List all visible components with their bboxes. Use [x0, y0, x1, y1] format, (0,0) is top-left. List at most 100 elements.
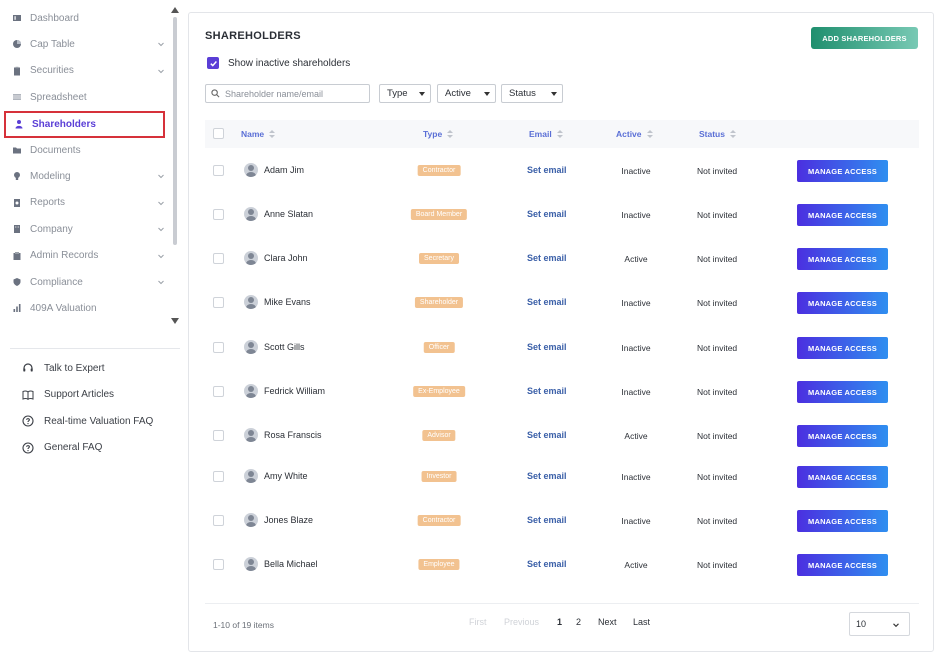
scrollbar-thumb[interactable]	[173, 17, 177, 245]
set-email-link[interactable]: Set email	[527, 209, 567, 219]
help-link-real-time-valuation-faq[interactable]: Real-time Valuation FAQ	[22, 415, 153, 427]
last-page-link[interactable]: Last	[633, 617, 650, 627]
sidebar-item-cap-table[interactable]: Cap Table	[4, 31, 164, 57]
manage-access-button[interactable]: MANAGE ACCESS	[797, 381, 888, 403]
previous-page-link[interactable]: Previous	[504, 617, 539, 627]
scroll-down-arrow-icon[interactable]	[171, 318, 179, 324]
sort-icon[interactable]	[269, 129, 276, 139]
sidebar-item-company[interactable]: Company	[4, 216, 164, 242]
help-link-general-faq[interactable]: General FAQ	[22, 441, 102, 454]
table-row: Adam Jim Contractor Set email Inactive Not i…	[205, 149, 919, 193]
manage-access-button[interactable]: MANAGE ACCESS	[797, 337, 888, 359]
sidebar-item-reports[interactable]: Reports	[4, 190, 164, 216]
chevron-down-icon[interactable]	[156, 277, 166, 287]
invite-status: Not invited	[697, 210, 738, 220]
sidebar-item-dashboard[interactable]: Dashboard	[4, 5, 164, 31]
active-filter-dropdown[interactable]: Active	[437, 84, 496, 103]
row-checkbox[interactable]	[213, 165, 224, 176]
manage-access-button[interactable]: MANAGE ACCESS	[797, 248, 888, 270]
column-header-name[interactable]: Name	[241, 129, 276, 139]
column-header-active[interactable]: Active	[616, 129, 653, 139]
help-link-support-articles[interactable]: Support Articles	[22, 389, 114, 401]
sort-icon[interactable]	[729, 129, 736, 139]
sort-icon[interactable]	[556, 129, 563, 139]
sidebar-item-label: Documents	[30, 144, 81, 156]
status-filter-label: Status	[509, 88, 536, 99]
set-email-link[interactable]: Set email	[527, 342, 567, 352]
scroll-up-arrow-icon[interactable]	[171, 7, 179, 13]
row-checkbox[interactable]	[213, 430, 224, 441]
first-page-link[interactable]: First	[469, 617, 487, 627]
row-checkbox[interactable]	[213, 209, 224, 220]
sidebar-item-compliance[interactable]: Compliance	[4, 269, 164, 295]
sidebar-item-409a-valuation[interactable]: 409A Valuation	[4, 295, 164, 321]
help-link-talk-to-expert[interactable]: Talk to Expert	[22, 362, 105, 374]
caret-down-icon	[484, 92, 490, 96]
avatar	[244, 557, 258, 571]
manage-access-button[interactable]: MANAGE ACCESS	[797, 160, 888, 182]
manage-access-button[interactable]: MANAGE ACCESS	[797, 554, 888, 576]
row-checkbox[interactable]	[213, 515, 224, 526]
select-all-checkbox[interactable]	[213, 128, 224, 139]
invite-status: Not invited	[697, 431, 738, 441]
type-filter-dropdown[interactable]: Type	[379, 84, 431, 103]
column-header-email[interactable]: Email	[529, 129, 563, 139]
set-email-link[interactable]: Set email	[527, 515, 567, 525]
set-email-link[interactable]: Set email	[527, 386, 567, 396]
sidebar-scrollbar[interactable]	[170, 7, 180, 325]
set-email-link[interactable]: Set email	[527, 253, 567, 263]
column-header-type[interactable]: Type	[423, 129, 454, 139]
manage-access-button[interactable]: MANAGE ACCESS	[797, 292, 888, 314]
manage-access-button[interactable]: MANAGE ACCESS	[797, 510, 888, 532]
chevron-down-icon[interactable]	[156, 39, 166, 49]
row-checkbox[interactable]	[213, 559, 224, 570]
type-badge: Secretary	[419, 253, 459, 264]
active-filter-label: Active	[445, 88, 471, 99]
row-checkbox[interactable]	[213, 253, 224, 264]
sidebar-item-securities[interactable]: Securities	[4, 58, 164, 84]
sidebar-item-shareholders[interactable]: Shareholders	[4, 110, 165, 138]
page-2-link[interactable]: 2	[576, 617, 581, 627]
status-filter-dropdown[interactable]: Status	[501, 84, 563, 103]
search-box[interactable]	[205, 84, 370, 103]
chevron-down-icon[interactable]	[156, 251, 166, 261]
chevron-down-icon[interactable]	[156, 171, 166, 181]
search-input[interactable]	[225, 88, 365, 99]
row-checkbox[interactable]	[213, 297, 224, 308]
table-row: Amy White Investor Set email Inactive Not in…	[205, 455, 919, 499]
column-header-status[interactable]: Status	[699, 129, 736, 139]
sort-icon[interactable]	[646, 129, 653, 139]
page-1-link[interactable]: 1	[557, 617, 562, 627]
per-page-select[interactable]: 10	[849, 612, 910, 636]
add-shareholders-button[interactable]: ADD SHAREHOLDERS	[811, 27, 918, 49]
row-checkbox[interactable]	[213, 471, 224, 482]
manage-access-button[interactable]: MANAGE ACCESS	[797, 466, 888, 488]
show-inactive-toggle[interactable]: Show inactive shareholders	[207, 57, 350, 69]
chevron-down-icon[interactable]	[156, 198, 166, 208]
table-row: Mike Evans Shareholder Set email Inactive No…	[205, 281, 919, 325]
set-email-link[interactable]: Set email	[527, 297, 567, 307]
next-page-link[interactable]: Next	[598, 617, 617, 627]
checkmark-icon	[209, 60, 217, 67]
manage-access-button[interactable]: MANAGE ACCESS	[797, 204, 888, 226]
shareholders-panel: SHAREHOLDERS ADD SHAREHOLDERS Show inact…	[188, 12, 934, 652]
chevron-down-icon[interactable]	[156, 224, 166, 234]
sidebar-item-admin-records[interactable]: Admin Records	[4, 243, 164, 269]
set-email-link[interactable]: Set email	[527, 471, 567, 481]
sidebar-item-documents[interactable]: Documents	[4, 137, 164, 163]
shareholder-name: Clara John	[264, 253, 308, 263]
items-count: 1-10 of 19 items	[213, 620, 274, 630]
sidebar-item-modeling[interactable]: Modeling	[4, 163, 164, 189]
set-email-link[interactable]: Set email	[527, 559, 567, 569]
show-inactive-checkbox[interactable]	[207, 57, 219, 69]
sidebar-item-spreadsheet[interactable]: Spreadsheet	[4, 84, 164, 110]
sort-icon[interactable]	[447, 129, 454, 139]
chevron-down-icon[interactable]	[156, 66, 166, 76]
sidebar-item-label: Modeling	[30, 170, 71, 182]
shareholder-name: Amy White	[264, 471, 308, 481]
set-email-link[interactable]: Set email	[527, 165, 567, 175]
set-email-link[interactable]: Set email	[527, 430, 567, 440]
manage-access-button[interactable]: MANAGE ACCESS	[797, 425, 888, 447]
row-checkbox[interactable]	[213, 342, 224, 353]
row-checkbox[interactable]	[213, 386, 224, 397]
